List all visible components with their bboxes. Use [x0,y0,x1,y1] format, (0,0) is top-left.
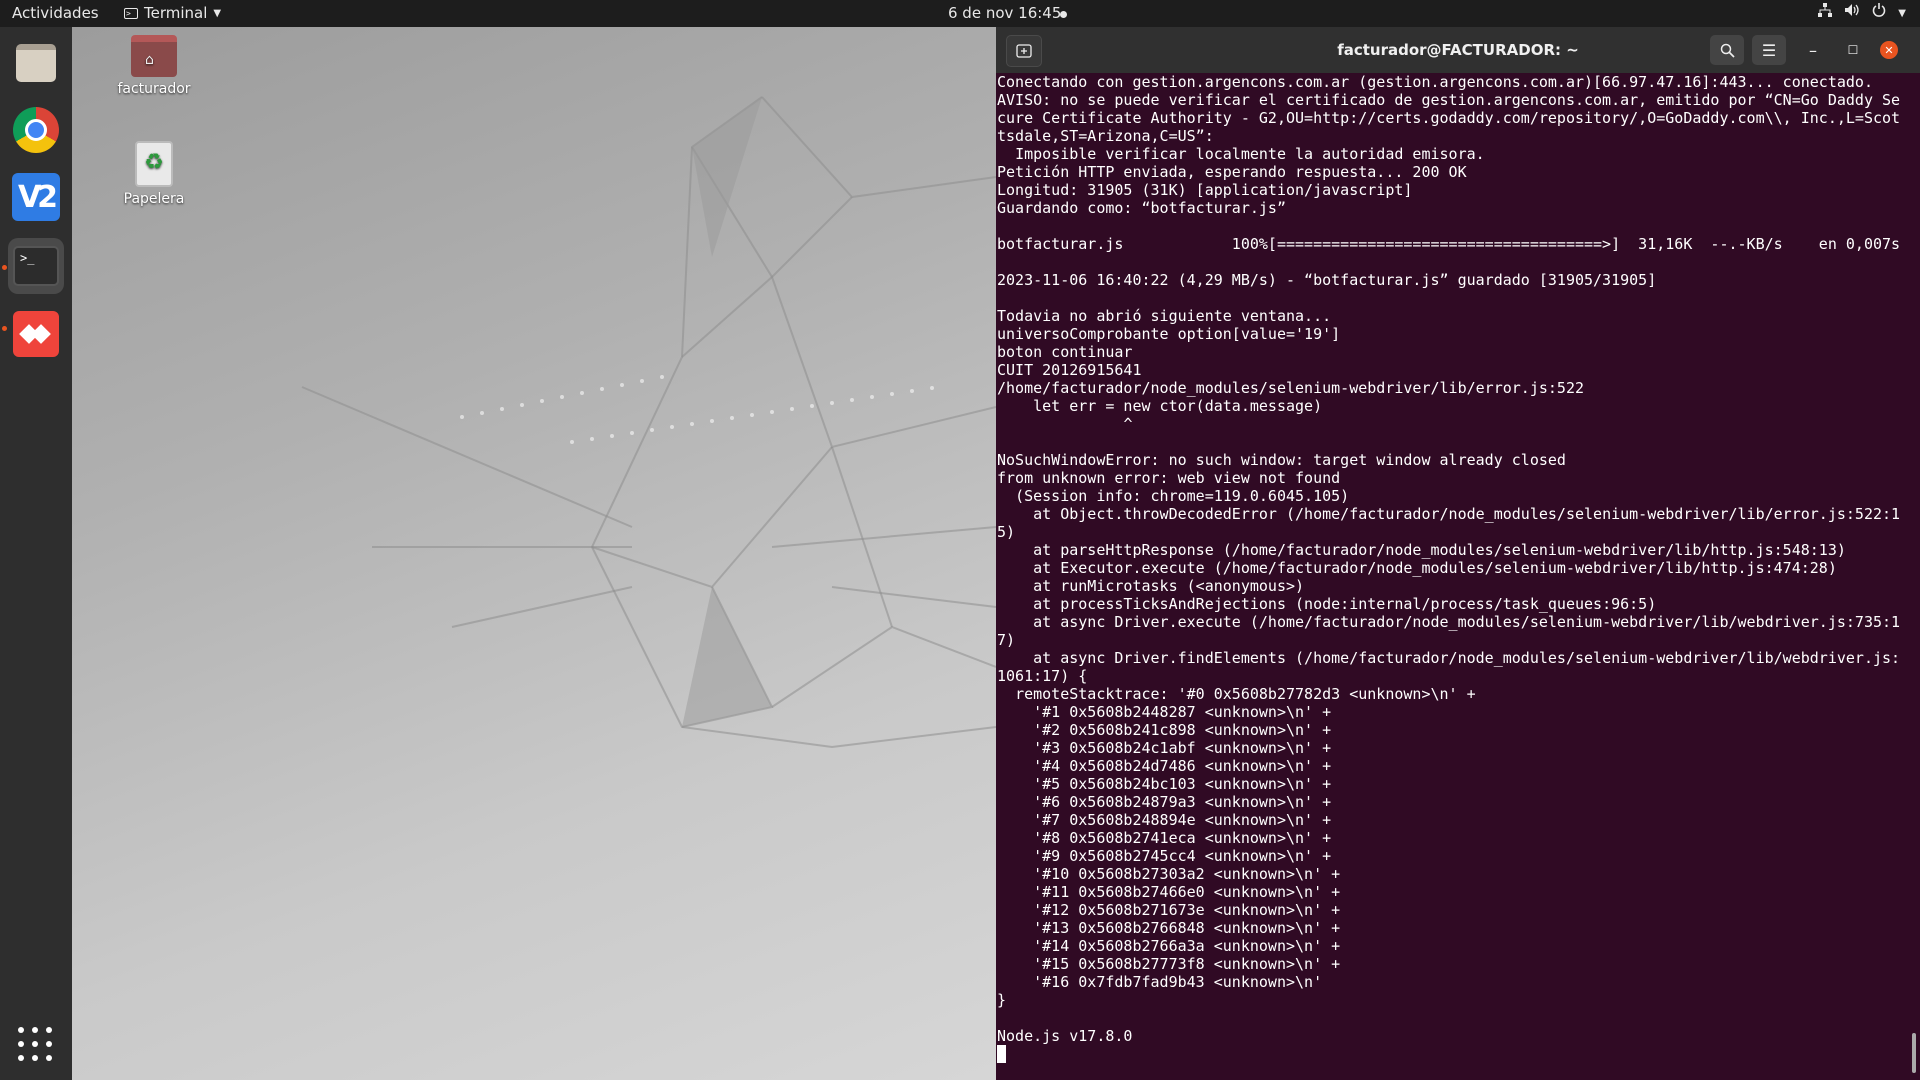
search-button[interactable] [1710,35,1744,65]
running-indicator [2,265,7,270]
terminal-cursor [997,1045,1006,1063]
desktop-icon-label: Papelera [123,191,185,207]
home-folder-icon: ⌂ [131,35,177,77]
terminal-window[interactable]: facturador@FACTURADOR: ~ ☰ – ☐ ✕ Conecta… [996,27,1920,1080]
terminal-header-bar[interactable]: facturador@FACTURADOR: ~ ☰ – ☐ ✕ [996,27,1920,73]
terminal-output-text: Conectando con gestion.argencons.com.ar … [997,73,1901,1045]
dock: V2 >_ [0,27,72,1080]
dock-chrome[interactable] [8,102,64,158]
close-icon: ✕ [1884,43,1894,57]
minimize-button[interactable]: – [1798,35,1828,65]
maximize-button[interactable]: ☐ [1838,35,1868,65]
volume-icon[interactable] [1844,0,1860,27]
app-menu-terminal[interactable]: > Terminal ▼ [124,0,221,27]
terminal-scrollbar[interactable] [1912,1033,1916,1073]
power-icon[interactable] [1872,0,1886,27]
minimize-icon: – [1809,40,1817,60]
hamburger-menu-button[interactable]: ☰ [1752,35,1786,65]
chevron-down-icon[interactable]: ▼ [1898,0,1906,27]
new-tab-button[interactable] [1006,35,1042,67]
terminal-icon: >_ [13,246,59,286]
terminal-icon: > [124,8,138,19]
wallpaper-cat-illustration [301,96,996,749]
close-button[interactable]: ✕ [1880,41,1898,59]
desktop-icon-home[interactable]: ⌂ facturador [102,35,206,97]
dock-files[interactable] [8,35,64,91]
chevron-down-icon: ▼ [213,8,222,19]
terminal-output[interactable]: Conectando con gestion.argencons.com.ar … [997,73,1907,1080]
notification-dot-icon [1060,11,1067,18]
desktop[interactable]: ⌂ facturador ♻ Papelera [72,27,996,1080]
new-tab-icon [1016,44,1032,58]
search-icon [1720,43,1735,58]
show-applications-grid-icon[interactable] [18,1027,54,1063]
vnc-viewer-icon: V2 [12,173,60,221]
app-menu-label: Terminal [144,4,208,22]
network-icon[interactable] [1818,0,1833,27]
desktop-icon-label: facturador [117,81,191,97]
desktop-icon-trash[interactable]: ♻ Papelera [102,141,206,207]
trash-icon: ♻ [135,141,173,187]
activities-button[interactable]: Actividades [12,0,99,27]
top-bar: Actividades > Terminal ▼ 6 de nov 16:45 … [0,0,1920,27]
maximize-icon: ☐ [1847,43,1859,57]
running-indicator [2,326,7,331]
files-icon [16,44,56,82]
dock-anydesk[interactable] [8,306,64,362]
system-tray[interactable]: ▼ [1818,0,1906,27]
hamburger-icon: ☰ [1761,40,1777,60]
chrome-icon [13,107,59,153]
dock-terminal[interactable]: >_ [8,238,64,294]
anydesk-icon [13,311,59,357]
clock[interactable]: 6 de nov 16:45 [948,0,1061,27]
dock-vnc-viewer[interactable]: V2 [8,169,64,225]
